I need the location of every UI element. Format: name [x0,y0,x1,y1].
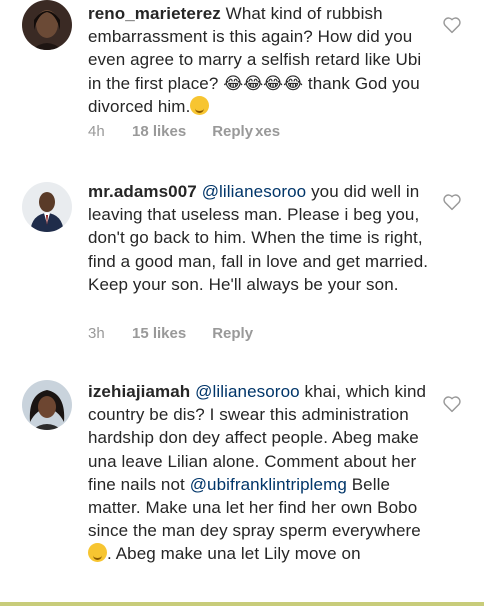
reply-button[interactable]: Reply [212,123,253,140]
heart-outline-icon[interactable] [442,16,462,34]
comment-body: mr.adams007 @lilianesoroo you did well i… [88,180,438,296]
avatar[interactable] [22,380,72,430]
heart-outline-icon[interactable] [442,395,462,413]
heart-outline-icon[interactable] [442,193,462,211]
reply-button[interactable]: Reply [212,325,253,342]
bottom-divider [0,602,484,606]
mention-link[interactable]: @lilianesoroo [195,382,300,401]
comment-username[interactable]: mr.adams007 [88,182,197,201]
comment-username[interactable]: izehiajiamah [88,382,190,401]
comment-body: reno_marieterez What kind of rubbish emb… [88,2,438,118]
comment-likes[interactable]: 18 likes [132,123,186,140]
reply-suffix: xes [255,123,281,140]
mention-link[interactable]: @lilianesoroo [202,182,307,201]
comment-likes[interactable]: 15 likes [132,325,186,342]
comment-meta: 3h 15 likes Reply [88,325,253,342]
avatar[interactable] [22,0,72,50]
comment-meta: 4h 18 likes Reply xes [88,123,280,140]
laughing-face-emoji [88,543,107,563]
comment-username[interactable]: reno_marieterez [88,4,221,23]
thinking-face-emoji [190,95,210,115]
mention-link[interactable]: @ubifranklintriplemg [190,475,347,494]
comment-text: . Abeg make una let Lily move on [107,544,361,564]
comment-time: 3h [88,325,105,342]
comment-time: 4h [88,123,105,140]
avatar[interactable] [22,182,72,232]
comment-body: izehiajiamah @lilianesoroo khai, which k… [88,380,438,566]
